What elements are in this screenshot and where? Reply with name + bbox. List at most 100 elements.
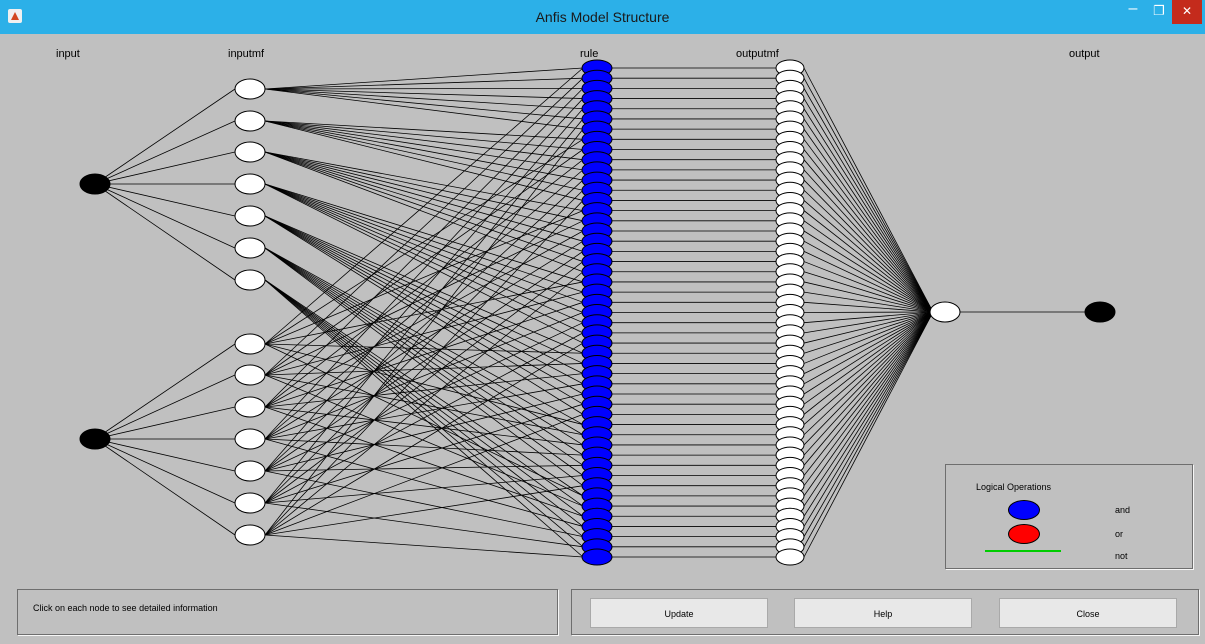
input-to-inputmf-edge (94, 88, 236, 185)
input-node-1[interactable] (79, 173, 111, 195)
rule-node-49[interactable] (581, 548, 613, 566)
outputmf-node-49[interactable] (775, 548, 805, 566)
inputmf-node-1-4[interactable] (234, 173, 266, 195)
inputmf-to-rule-edge (264, 67, 584, 90)
inputmf-to-rule-edge (264, 534, 584, 558)
inputmf-to-rule-edge (264, 120, 584, 191)
button-panel: Update Help Close (571, 589, 1199, 635)
inputmf-node-2-1[interactable] (234, 333, 266, 355)
inputmf-to-rule-edge (264, 383, 584, 440)
outputmf-to-output-edge (803, 189, 934, 313)
close-button[interactable]: Close (999, 598, 1177, 628)
inputmf-node-2-4[interactable] (234, 428, 266, 450)
input-to-inputmf-edge (94, 343, 236, 440)
inputmf-node-1-6[interactable] (234, 237, 266, 259)
legend-title: Logical Operations (976, 482, 1052, 492)
final-output-node[interactable] (1084, 301, 1116, 323)
outputmf-to-output-edge (803, 311, 934, 313)
not-swatch (985, 550, 1061, 552)
inputmf-node-1-5[interactable] (234, 205, 266, 227)
inputmf-to-rule-edge (264, 438, 584, 527)
inputmf-to-rule-edge (264, 88, 584, 110)
inputmf-to-rule-edge (264, 485, 584, 536)
outputmf-to-output-edge (803, 311, 934, 405)
input-to-inputmf-edge (94, 406, 236, 440)
input-to-inputmf-edge (94, 151, 236, 185)
outputmf-to-output-edge (803, 311, 934, 497)
legend-or-label: or (1115, 529, 1124, 539)
inputmf-to-rule-edge (264, 240, 584, 440)
or-swatch (1008, 524, 1040, 544)
inputmf-node-1-7[interactable] (234, 269, 266, 291)
input-to-inputmf-edge (94, 438, 236, 536)
outputmf-to-output-edge (803, 230, 934, 313)
outputmf-to-output-edge (803, 311, 934, 507)
input-node-2[interactable] (79, 428, 111, 450)
inputmf-to-rule-edge (264, 183, 584, 324)
minimize-button[interactable]: – (1120, 0, 1146, 24)
outputmf-to-output-edge (803, 128, 934, 313)
inputmf-to-rule-edge (264, 279, 584, 548)
window-close-button[interactable]: ✕ (1172, 0, 1202, 24)
outputmf-to-output-edge (803, 169, 934, 313)
outputmf-to-output-edge (803, 311, 934, 466)
inputmf-node-1-1[interactable] (234, 78, 266, 100)
outputmf-to-output-edge (803, 311, 934, 476)
inputmf-to-rule-edge (264, 406, 584, 517)
outputmf-to-output-edge (803, 311, 934, 527)
input-to-inputmf-edge (94, 374, 236, 440)
inputmf-to-rule-edge (264, 279, 584, 507)
inputmf-to-rule-edge (264, 215, 584, 374)
outputmf-to-output-edge (803, 311, 934, 425)
inputmf-node-2-7[interactable] (234, 524, 266, 546)
input-to-inputmf-edge (94, 438, 236, 472)
outputmf-to-output-edge (803, 311, 934, 537)
legend-not-label: not (1115, 551, 1128, 561)
inputmf-to-rule-edge (264, 279, 584, 558)
inputmf-to-rule-edge (264, 151, 584, 262)
outputmf-to-output-edge (803, 311, 934, 558)
title-bar: Anfis Model Structure – ❐ ✕ (0, 0, 1205, 34)
outputmf-to-output-edge (803, 118, 934, 313)
inputmf-to-rule-edge (264, 128, 584, 536)
outputmf-to-output-edge (803, 159, 934, 313)
inputmf-node-1-2[interactable] (234, 110, 266, 132)
inputmf-to-rule-edge (264, 87, 584, 90)
outputmf-to-output-edge (803, 220, 934, 313)
outputmf-to-output-edge (803, 98, 934, 313)
inputmf-to-rule-edge (264, 464, 584, 472)
help-button[interactable]: Help (794, 598, 972, 628)
inputmf-to-rule-edge (264, 151, 584, 232)
inputmf-to-rule-edge (264, 322, 584, 472)
maximize-button[interactable]: ❐ (1146, 0, 1172, 24)
inputmf-node-2-6[interactable] (234, 492, 266, 514)
logical-operations-legend: Logical Operations and or not (945, 464, 1193, 569)
inputmf-node-2-3[interactable] (234, 396, 266, 418)
window-title: Anfis Model Structure (535, 9, 670, 25)
inputmf-to-rule-edge (264, 179, 584, 472)
inputmf-to-rule-edge (264, 363, 584, 376)
outputmf-to-output-edge (803, 149, 934, 313)
inputmf-node-2-2[interactable] (234, 364, 266, 386)
input-to-inputmf-edge (94, 120, 236, 185)
outputmf-to-output-edge (803, 311, 934, 395)
output-sum-node[interactable] (929, 301, 961, 323)
input-to-inputmf-edge (94, 183, 236, 249)
inputmf-to-rule-edge (264, 183, 584, 283)
inputmf-to-rule-edge (264, 183, 584, 313)
status-panel: Click on each node to see detailed infor… (17, 589, 558, 635)
inputmf-to-rule-edge (264, 120, 584, 161)
inputmf-to-rule-edge (264, 279, 584, 537)
and-swatch (1008, 500, 1040, 520)
inputmf-to-rule-edge (264, 373, 584, 408)
inputmf-node-2-5[interactable] (234, 460, 266, 482)
inputmf-to-rule-edge (264, 502, 584, 548)
update-button[interactable]: Update (590, 598, 768, 628)
input-to-inputmf-edge (94, 438, 236, 504)
outputmf-to-output-edge (803, 67, 934, 313)
inputmf-to-rule-edge (264, 77, 584, 90)
input-to-inputmf-edge (94, 183, 236, 217)
legend-and-label: and (1115, 505, 1131, 515)
inputmf-to-rule-edge (264, 374, 584, 507)
inputmf-node-1-3[interactable] (234, 141, 266, 163)
